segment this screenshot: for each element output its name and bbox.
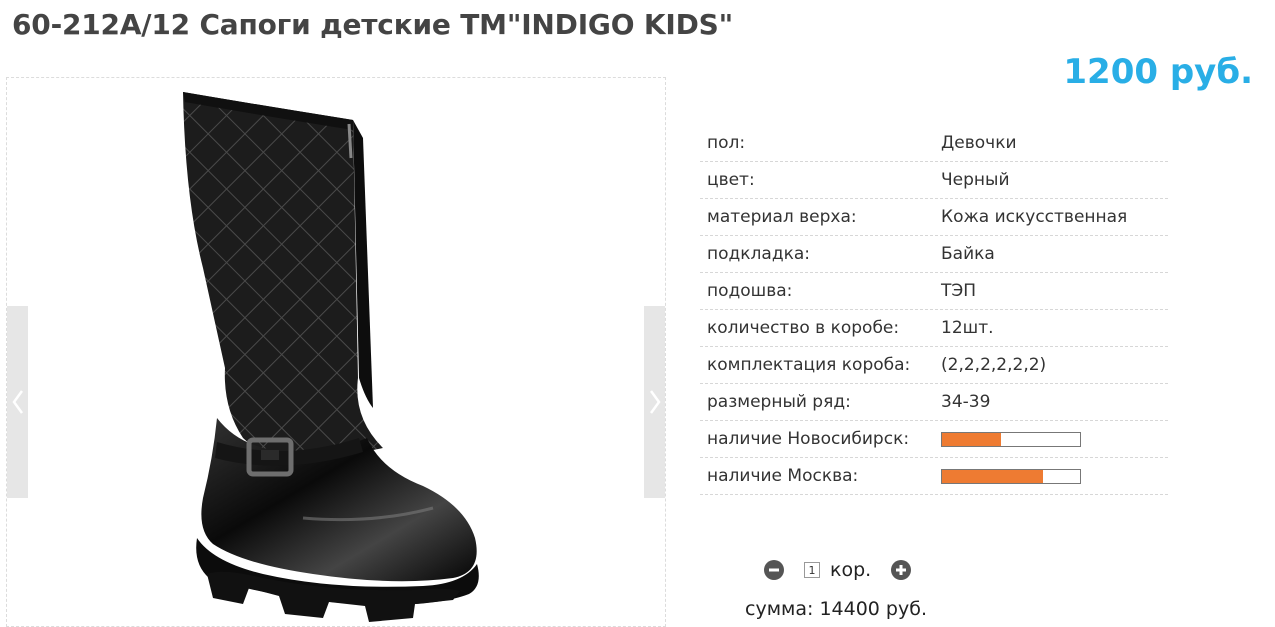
spec-label: количество в коробе: — [707, 318, 900, 338]
product-image[interactable] — [153, 78, 523, 626]
spec-value: ТЭП — [941, 281, 977, 301]
spec-row: пол: Девочки — [700, 125, 1168, 162]
gallery-next-button[interactable] — [644, 306, 665, 498]
spec-label: цвет: — [707, 170, 755, 190]
product-title: 60-212A/12 Сапоги детские ТМ"INDIGO KIDS… — [12, 8, 733, 41]
spec-label: пол: — [707, 133, 746, 153]
stock-bar-moscow — [941, 468, 1081, 484]
stock-row-moscow: наличие Москва: — [700, 458, 1168, 495]
spec-row: материал верха: Кожа искусственная — [700, 199, 1168, 236]
decrease-qty-button[interactable] — [764, 560, 784, 580]
spec-value: Черный — [941, 170, 1010, 190]
spec-value: Девочки — [941, 133, 1017, 153]
spec-row: цвет: Черный — [700, 162, 1168, 199]
stock-fill — [942, 432, 1002, 446]
spec-row: подкладка: Байка — [700, 236, 1168, 273]
increase-qty-button[interactable] — [891, 560, 912, 580]
spec-value: (2,2,2,2,2,2) — [941, 355, 1047, 375]
black-quilted-boot-icon — [183, 92, 479, 622]
spec-label: комплектация короба: — [707, 355, 911, 375]
stock-value — [934, 468, 1168, 484]
spec-value: Кожа искусственная — [941, 207, 1128, 227]
spec-value: 34-39 — [941, 392, 991, 412]
product-gallery — [6, 77, 666, 627]
spec-value: 12шт. — [941, 318, 994, 338]
stock-fill — [942, 469, 1043, 483]
stock-label: наличие Новосибирск: — [707, 429, 910, 449]
spec-label: материал верха: — [707, 207, 857, 227]
plus-icon — [896, 565, 907, 575]
spec-label: подкладка: — [707, 244, 810, 264]
quantity-input[interactable] — [804, 562, 820, 578]
minus-icon — [769, 568, 779, 572]
quantity-stepper: кор. — [764, 559, 912, 581]
spec-table: пол: Девочки цвет: Черный материал верха… — [700, 125, 1168, 495]
stock-label: наличие Москва: — [707, 466, 859, 486]
product-price: 1200 руб. — [1063, 52, 1253, 92]
stock-bar-novosibirsk — [941, 431, 1081, 447]
spec-row: количество в коробе: 12шт. — [700, 310, 1168, 347]
chevron-left-icon — [11, 390, 23, 414]
chevron-right-icon — [649, 390, 661, 414]
spec-row: подошва: ТЭП — [700, 273, 1168, 310]
quantity-unit: кор. — [830, 559, 872, 581]
spec-label: подошва: — [707, 281, 793, 301]
spec-value: Байка — [941, 244, 995, 264]
stock-row-novosibirsk: наличие Новосибирск: — [700, 421, 1168, 458]
spec-label: размерный ряд: — [707, 392, 851, 412]
stock-value — [934, 431, 1168, 447]
gallery-prev-button[interactable] — [7, 306, 28, 498]
order-sum: сумма: 14400 руб. — [745, 598, 927, 620]
spec-row: комплектация короба: (2,2,2,2,2,2) — [700, 347, 1168, 384]
spec-row: размерный ряд: 34-39 — [700, 384, 1168, 421]
